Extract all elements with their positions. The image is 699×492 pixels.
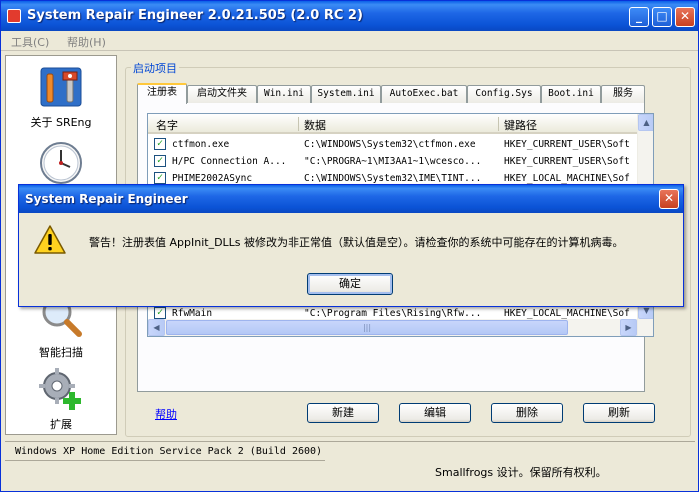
tab-registry[interactable]: 注册表 — [137, 83, 187, 104]
sidebar-item-clock[interactable] — [6, 140, 116, 190]
row-data: C:\WINDOWS\System32\IME\TINT... — [304, 173, 482, 184]
row-checkbox[interactable]: ✓ — [154, 138, 166, 150]
menu-help[interactable]: 帮助(H) — [67, 34, 106, 50]
row-name: H/PC Connection A... — [172, 156, 287, 167]
tab-win-ini[interactable]: Win.ini — [257, 85, 311, 103]
tab-startup-folder[interactable]: 启动文件夹 — [187, 85, 257, 103]
refresh-button[interactable]: 刷新 — [583, 403, 655, 423]
clock-icon — [37, 140, 85, 186]
delete-button[interactable]: 删除 — [491, 403, 563, 423]
dialog-title: System Repair Engineer — [25, 192, 188, 206]
new-button[interactable]: 新建 — [307, 403, 379, 423]
edit-button[interactable]: 编辑 — [399, 403, 471, 423]
row-name: PHIME2002ASync — [172, 173, 253, 184]
dialog-close-button[interactable]: ✕ — [659, 189, 679, 209]
row-name: RfwMain — [172, 308, 213, 319]
row-checkbox[interactable]: ✓ — [154, 172, 166, 184]
row-data: C:\WINDOWS\System32\ctfmon.exe — [304, 139, 476, 150]
column-header-data[interactable]: 数据 — [304, 117, 326, 133]
app-icon — [7, 9, 21, 23]
sidebar-item-label: 智能扫描 — [39, 346, 83, 359]
sidebar-item-label: 扩展 — [50, 418, 72, 431]
row-checkbox[interactable]: ✓ — [154, 307, 166, 319]
row-checkbox[interactable]: ✓ — [154, 155, 166, 167]
maximize-button[interactable]: □ — [652, 7, 672, 27]
help-link[interactable]: 帮助 — [155, 406, 177, 422]
title-bar[interactable]: System Repair Engineer 2.0.21.505 (2.0 R… — [1, 1, 698, 31]
minimize-button[interactable]: _ — [629, 7, 649, 27]
row-data: "C:\Program Files\Rising\Rfw... — [304, 308, 482, 319]
menu-tools[interactable]: 工具(C) — [11, 34, 49, 50]
tab-services[interactable]: 服务 — [601, 85, 645, 103]
tab-system-ini[interactable]: System.ini — [311, 85, 381, 103]
gear-plus-icon — [37, 366, 85, 412]
dialog-ok-button[interactable]: 确定 — [307, 273, 393, 295]
group-title: 启动项目 — [131, 60, 179, 76]
scroll-up-button[interactable]: ▲ — [638, 114, 653, 131]
table-row[interactable]: ✓ H/PC Connection A... "C:\PROGRA~1\MI3A… — [148, 153, 638, 170]
menu-bar: 工具(C) 帮助(H) — [1, 31, 698, 51]
dialog-message: 警告！注册表值 AppInit_DLLs 被修改为非正常值（默认值是空）。请检查… — [89, 236, 624, 249]
status-os-text: Windows XP Home Edition Service Pack 2 (… — [15, 446, 323, 457]
row-key: HKEY_LOCAL_MACHINE\Sof — [504, 173, 630, 184]
sidebar-item-extensions[interactable]: 扩展 — [6, 366, 116, 432]
main-window: System Repair Engineer 2.0.21.505 (2.0 R… — [0, 0, 699, 492]
row-name: ctfmon.exe — [172, 139, 230, 150]
column-divider[interactable] — [298, 117, 299, 131]
tools-icon — [37, 64, 85, 110]
close-button[interactable]: ✕ — [675, 7, 695, 27]
tab-config-sys[interactable]: Config.Sys — [467, 85, 541, 103]
column-header-name[interactable]: 名字 — [156, 117, 178, 133]
row-key: HKEY_LOCAL_MACHINE\Sof — [504, 308, 630, 319]
table-row[interactable]: ✓ ctfmon.exe C:\WINDOWS\System32\ctfmon.… — [148, 136, 638, 153]
status-divider — [5, 460, 325, 461]
sidebar-item-label: 关于 SREng — [30, 116, 92, 129]
row-key: HKEY_CURRENT_USER\Soft — [504, 139, 630, 150]
row-key: HKEY_CURRENT_USER\Soft — [504, 156, 630, 167]
status-credit-text: Smallfrogs 设计。保留所有权利。 — [435, 466, 607, 479]
row-data: "C:\PROGRA~1\MI3AA1~1\wcesco... — [304, 156, 482, 167]
column-header-key[interactable]: 键路径 — [504, 117, 537, 133]
horizontal-scrollbar[interactable]: ◀ ||| ▶ — [148, 319, 637, 336]
tab-boot-ini[interactable]: Boot.ini — [541, 85, 601, 103]
dialog-title-bar[interactable]: System Repair Engineer ✕ — [19, 185, 683, 213]
column-divider[interactable] — [498, 117, 499, 131]
window-title: System Repair Engineer 2.0.21.505 (2.0 R… — [27, 8, 363, 23]
sidebar-item-about[interactable]: 关于 SREng — [6, 64, 116, 130]
list-header: 名字 数据 键路径 — [148, 114, 653, 134]
warning-icon — [33, 224, 67, 256]
warning-dialog: System Repair Engineer ✕ 警告！注册表值 AppInit… — [18, 184, 684, 307]
scroll-right-button[interactable]: ▶ — [620, 319, 637, 336]
tab-autoexec-bat[interactable]: AutoExec.bat — [381, 85, 467, 103]
scroll-left-button[interactable]: ◀ — [148, 319, 165, 336]
horizontal-scroll-thumb[interactable]: ||| — [166, 320, 568, 335]
